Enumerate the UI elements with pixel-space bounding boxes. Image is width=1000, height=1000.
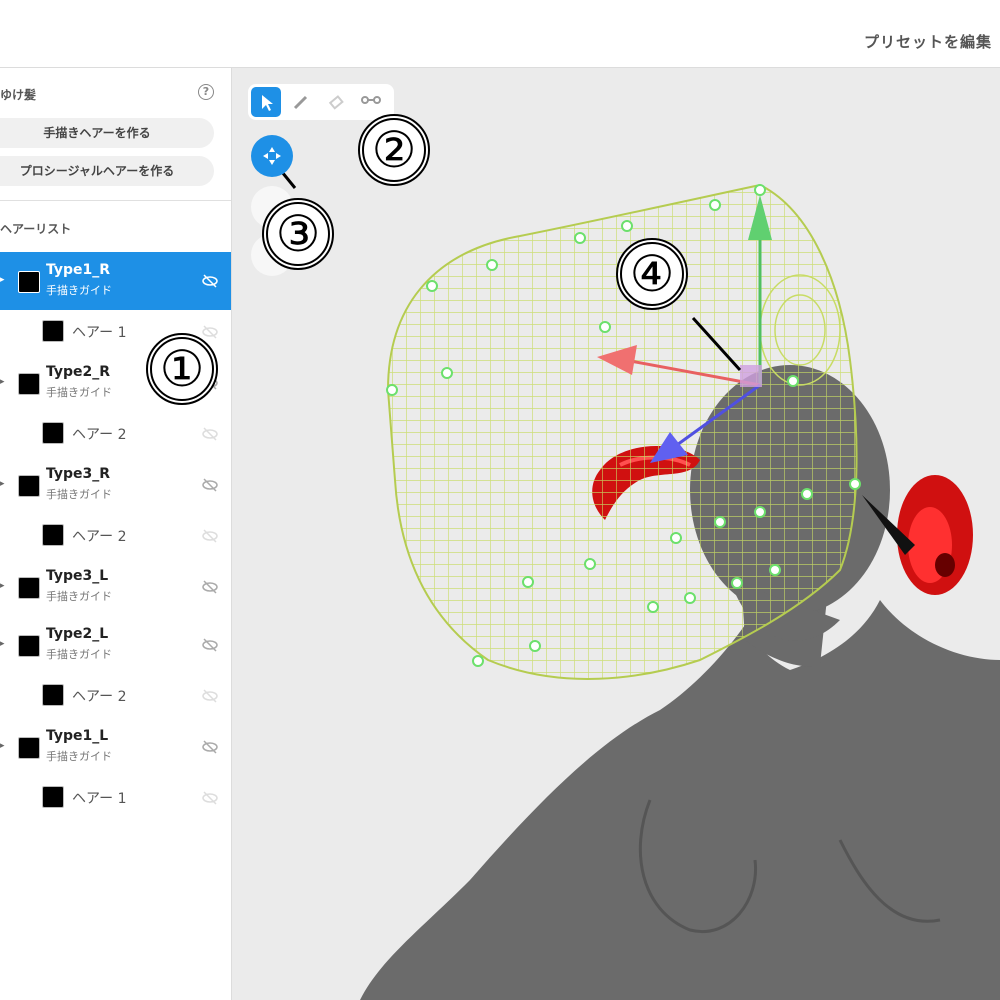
hair-list-item[interactable]: ▸ Type3_R 手描きガイド [0, 456, 231, 514]
expand-caret-icon[interactable]: ▸ [0, 479, 5, 489]
move-arrows-icon [263, 147, 281, 165]
hair-list-child-item[interactable]: ヘアー 2 [0, 674, 231, 718]
callout-2: ② [358, 114, 430, 186]
eraser-icon[interactable] [321, 87, 351, 117]
color-swatch[interactable] [18, 475, 40, 497]
color-swatch[interactable] [18, 635, 40, 657]
color-swatch[interactable] [42, 786, 64, 808]
section-title: ゆけ髪 [0, 88, 37, 102]
color-swatch[interactable] [42, 684, 64, 706]
hair-list-child-item[interactable]: ヘアー 1 [0, 776, 231, 820]
visibility-off-icon[interactable] [202, 426, 218, 442]
hair-list-item[interactable]: ▸ Type2_L 手描きガイド [0, 616, 231, 674]
callout-4: ④ [616, 238, 688, 310]
expand-caret-icon[interactable]: ▸ [0, 581, 5, 591]
color-swatch[interactable] [18, 737, 40, 759]
hair-list-item[interactable]: ▸ Type3_L 手描きガイド [0, 558, 231, 616]
color-swatch[interactable] [18, 373, 40, 395]
hair-guide-name: Type3_L [46, 568, 109, 584]
visibility-off-icon[interactable] [202, 688, 218, 704]
hair-guide-type: 手描きガイド [46, 590, 112, 603]
visibility-off-icon[interactable] [202, 528, 218, 544]
visibility-off-icon[interactable] [202, 324, 218, 340]
visibility-off-icon[interactable] [202, 790, 218, 806]
hair-guide-type: 手描きガイド [46, 488, 112, 501]
hair-guide-type: 手描きガイド [46, 284, 112, 297]
hair-guide-type: 手描きガイド [46, 648, 112, 661]
hair-guide-name: Type2_R [46, 364, 111, 380]
color-swatch[interactable] [18, 271, 40, 293]
top-bar: プリセットを編集 [0, 0, 1000, 68]
visibility-off-icon[interactable] [202, 579, 218, 595]
viewport-toolbar [248, 84, 394, 120]
hair-guide-name: Type2_L [46, 626, 109, 642]
expand-caret-icon[interactable]: ▸ [0, 639, 5, 649]
color-swatch[interactable] [42, 320, 64, 342]
pencil-icon[interactable] [286, 87, 316, 117]
hair-list-item[interactable]: ▸ Type1_L 手描きガイド [0, 718, 231, 776]
hair-guide-type: 手描きガイド [46, 750, 112, 763]
hair-guide-name: Type1_R [46, 262, 111, 278]
callout-3: ③ [262, 198, 334, 270]
create-hand-drawn-hair-button[interactable]: 手描きヘアーを作る [0, 118, 214, 148]
expand-caret-icon[interactable]: ▸ [0, 377, 5, 387]
create-procedural-hair-button[interactable]: プロシージャルヘアーを作る [0, 156, 214, 186]
move-tool-button[interactable] [251, 135, 293, 177]
color-swatch[interactable] [42, 524, 64, 546]
3d-viewport[interactable] [232, 68, 1000, 1000]
hair-name: ヘアー 2 [72, 689, 127, 705]
hair-guide-name: Type3_R [46, 466, 111, 482]
edit-preset-button[interactable]: プリセットを編集 [864, 31, 992, 52]
expand-caret-icon[interactable]: ▸ [0, 275, 5, 285]
hair-list-item[interactable]: ▸ Type1_R 手描きガイド [0, 252, 231, 310]
hair-list-child-item[interactable]: ヘアー 2 [0, 514, 231, 558]
divider [0, 200, 231, 201]
hair-guide-name: Type1_L [46, 728, 109, 744]
color-swatch[interactable] [42, 422, 64, 444]
visibility-off-icon[interactable] [202, 273, 218, 289]
callout-lines [280, 110, 742, 372]
visibility-off-icon[interactable] [202, 637, 218, 653]
hair-name: ヘアー 1 [72, 325, 127, 341]
hair-list-child-item[interactable]: ヘアー 2 [0, 412, 231, 456]
help-icon[interactable]: ? [198, 84, 214, 100]
visibility-off-icon[interactable] [202, 739, 218, 755]
hair-name: ヘアー 1 [72, 791, 127, 807]
hair-name: ヘアー 2 [72, 529, 127, 545]
expand-caret-icon[interactable]: ▸ [0, 741, 5, 751]
sidebar: ゆけ髪 ? 手描きヘアーを作る プロシージャルヘアーを作る ヘアーリスト ▸ Ty… [0, 68, 232, 1000]
hair-name: ヘアー 2 [72, 427, 127, 443]
visibility-off-icon[interactable] [202, 477, 218, 493]
select-arrow-icon[interactable] [251, 87, 281, 117]
nodes-icon[interactable] [356, 87, 386, 117]
hair-guide-type: 手描きガイド [46, 386, 112, 399]
hair-list-title: ヘアーリスト [0, 222, 72, 236]
color-swatch[interactable] [18, 577, 40, 599]
callout-1: ① [146, 333, 218, 405]
